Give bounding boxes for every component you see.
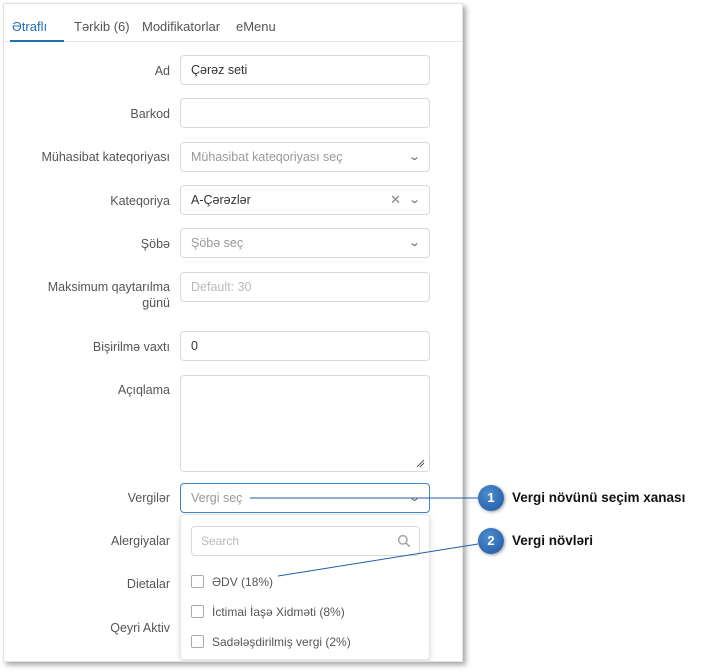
- department-select[interactable]: Şöbə seç ⌄: [180, 228, 430, 258]
- accounting-category-placeholder: Mühasibat kateqoriyası seç: [191, 150, 343, 164]
- category-label: Kateqoriya: [110, 194, 170, 208]
- taxes-placeholder: Vergi seç: [191, 491, 243, 505]
- cooking-time-label: Bişirilmə vaxtı: [92, 340, 170, 354]
- accounting-category-select[interactable]: Mühasibat kateqoriyası seç ⌄: [180, 142, 430, 172]
- allergens-label: Alergiyalar: [110, 534, 170, 548]
- cooking-time-value: 0: [191, 339, 198, 353]
- category-select[interactable]: A-Çərəzlər ✕ ⌄: [180, 185, 430, 215]
- tab-composition[interactable]: Tərkib (6): [74, 19, 130, 34]
- barcode-label: Barkod: [130, 107, 170, 121]
- name-value: Çərəz seti: [191, 63, 248, 77]
- chevron-down-icon: ⌄: [407, 194, 421, 206]
- max-return-label-line2: günü: [142, 296, 170, 310]
- tab-emenu[interactable]: eMenu: [236, 19, 276, 34]
- tax-option-label: ƏDV (18%): [212, 575, 274, 589]
- barcode-input[interactable]: [180, 98, 430, 128]
- accounting-category-label: Mühasibat kateqoriyası: [41, 150, 170, 164]
- max-return-placeholder: Default: 30: [191, 280, 252, 294]
- active-tab-indicator: [10, 40, 64, 42]
- diets-label: Dietalar: [126, 577, 170, 591]
- checkbox[interactable]: [191, 635, 204, 648]
- taxes-select[interactable]: Vergi seç ⌄: [180, 483, 430, 513]
- product-details-panel: Ətraflı Tərkib (6) Modifikatorlar eMenu …: [3, 3, 463, 662]
- tax-search-placeholder: Search: [201, 534, 240, 548]
- checkbox[interactable]: [191, 605, 204, 618]
- tab-bar: Ətraflı Tərkib (6) Modifikatorlar eMenu: [4, 4, 462, 42]
- callout-badge-1: 1: [478, 485, 504, 511]
- inactive-label: Qeyri Aktiv: [110, 621, 170, 635]
- callout-text-1: Vergi növünü seçim xanası: [512, 490, 686, 505]
- taxes-label: Vergilər: [127, 491, 170, 505]
- tax-dropdown-menu: Search ƏDV (18%) İctimai İaşə Xidməti (8…: [180, 514, 430, 660]
- tab-modifiers[interactable]: Modifikatorlar: [142, 19, 220, 34]
- category-value: A-Çərəzlər: [191, 193, 251, 207]
- department-placeholder: Şöbə seç: [191, 236, 244, 250]
- callout-text-2: Vergi növləri: [512, 533, 594, 548]
- tax-search-input[interactable]: Search: [191, 526, 420, 556]
- chevron-down-icon: ⌄: [407, 151, 421, 163]
- name-input[interactable]: Çərəz seti: [180, 55, 430, 85]
- chevron-down-icon: ⌄: [407, 237, 421, 249]
- chevron-down-icon: ⌄: [407, 492, 421, 504]
- cooking-time-input[interactable]: 0: [180, 331, 430, 361]
- clear-icon[interactable]: ✕: [390, 186, 401, 214]
- search-icon: [397, 534, 411, 548]
- resize-handle-icon[interactable]: [415, 458, 425, 468]
- description-textarea[interactable]: [180, 375, 430, 472]
- name-label: Ad: [154, 64, 170, 78]
- max-return-label-line1: Maksimum qaytarılma: [47, 280, 170, 294]
- tab-details[interactable]: Ətraflı: [12, 19, 47, 34]
- checkbox[interactable]: [191, 575, 204, 588]
- tax-option-label: İctimai İaşə Xidməti (8%): [212, 605, 345, 619]
- description-label: Açıqlama: [117, 383, 170, 397]
- max-return-input[interactable]: Default: 30: [180, 272, 430, 302]
- department-label: Şöbə: [140, 237, 170, 251]
- callout-badge-2: 2: [478, 528, 504, 554]
- tax-option-label: Sadələşdirilmiş vergi (2%): [212, 635, 351, 649]
